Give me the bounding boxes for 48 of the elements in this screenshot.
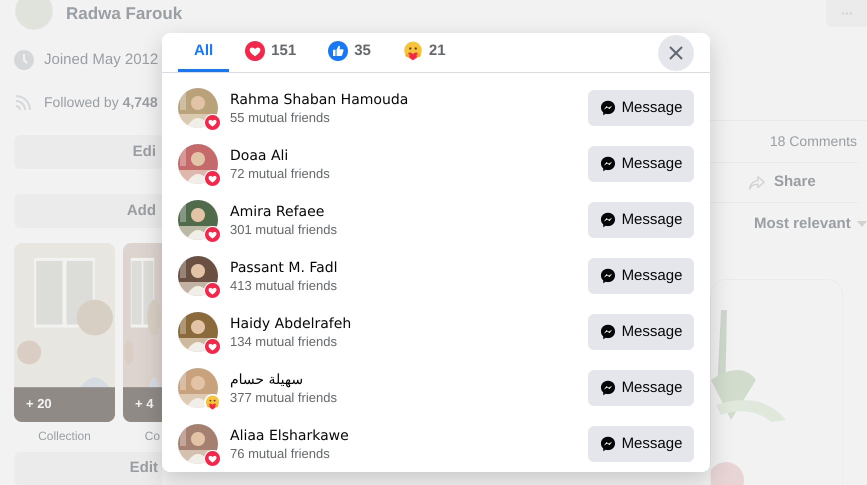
hug-emoji-icon: [205, 395, 220, 410]
caret-icon: [856, 221, 867, 228]
message-button[interactable]: Message: [588, 146, 694, 182]
photo-count: + 4: [135, 394, 154, 412]
reaction-tab[interactable]: All: [178, 33, 230, 72]
hug-emoji-icon: [402, 41, 423, 61]
followers-text: Followed by 4,748: [44, 92, 158, 112]
messenger-icon: [600, 380, 616, 396]
close-button[interactable]: [658, 34, 694, 70]
mutual-friends-text: 76 mutual friends: [230, 446, 331, 462]
message-button[interactable]: Message: [588, 426, 694, 462]
share-icon: [748, 174, 766, 192]
person-name[interactable]: Rahma Shaban Hamouda: [230, 90, 408, 110]
person-name[interactable]: Haidy Abdelrafeh: [230, 314, 352, 334]
mutual-friends-text: 55 mutual friends: [230, 110, 331, 126]
reaction-tab[interactable]: 21: [386, 33, 462, 72]
message-button[interactable]: Message: [588, 370, 694, 406]
messenger-icon: [600, 268, 616, 284]
joined-text: Joined May 2012: [44, 50, 158, 70]
mutual-friends-text: 301 mutual friends: [230, 222, 337, 238]
person-name[interactable]: Passant M. Fadl: [230, 258, 338, 278]
messenger-icon: [600, 436, 616, 452]
photo-count: + 20: [26, 394, 52, 412]
person-name[interactable]: Aliaa Elsharkawe: [230, 426, 349, 446]
mutual-friends-text: 377 mutual friends: [230, 390, 337, 406]
message-button[interactable]: Message: [588, 314, 694, 350]
thumbs-up-icon: [328, 41, 348, 61]
messenger-icon: [600, 212, 616, 228]
reaction-tab[interactable]: 151: [229, 33, 312, 72]
messenger-icon: [600, 100, 616, 116]
rss-icon: [14, 92, 34, 112]
message-button[interactable]: Message: [588, 202, 694, 238]
messenger-icon: [600, 156, 616, 172]
clock-icon: [14, 50, 34, 70]
photo-caption: Co: [144, 428, 161, 445]
messenger-icon: [600, 324, 616, 340]
reaction-tab[interactable]: 35: [312, 33, 387, 72]
close-icon: [668, 44, 684, 60]
photo-caption: Collection: [38, 428, 91, 445]
profile-name: Radwa Farouk: [66, 3, 182, 25]
person-name[interactable]: Amira Refaee: [230, 202, 337, 222]
person-name[interactable]: Doaa Ali: [230, 146, 330, 166]
mutual-friends-text: 72 mutual friends: [230, 166, 330, 182]
message-button[interactable]: Message: [588, 258, 694, 294]
person-name[interactable]: سهيلة حسام: [230, 370, 337, 390]
mutual-friends-text: 413 mutual friends: [230, 278, 338, 294]
mutual-friends-text: 134 mutual friends: [230, 334, 338, 350]
message-button[interactable]: Message: [588, 90, 694, 126]
